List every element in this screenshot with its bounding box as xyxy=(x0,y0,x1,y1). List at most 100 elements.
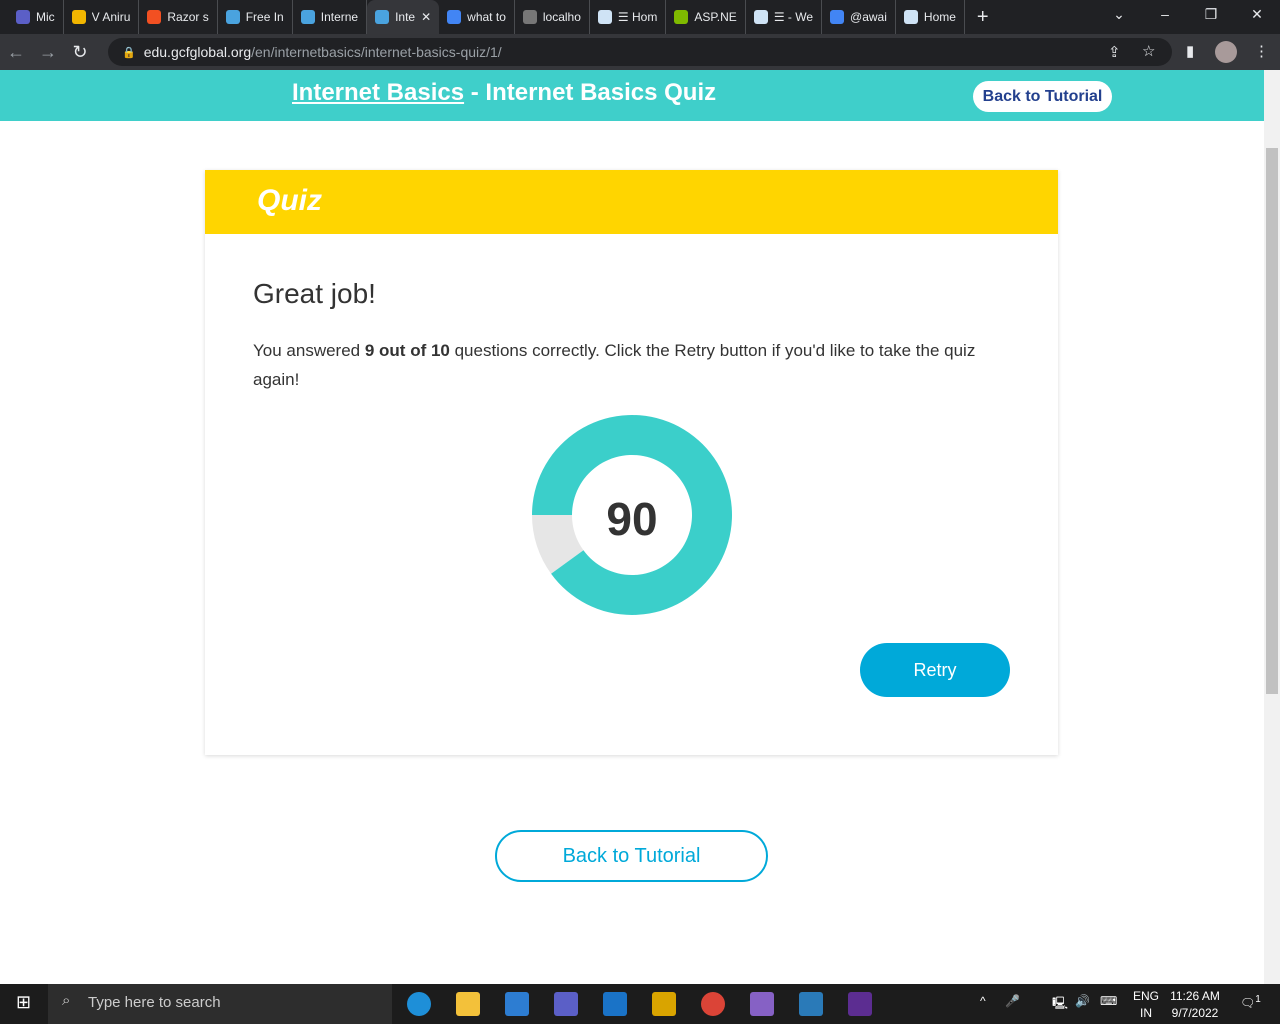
mail-icon[interactable] xyxy=(603,992,627,1016)
close-button[interactable]: ✕ xyxy=(1234,0,1280,30)
photos-icon[interactable] xyxy=(799,992,823,1016)
tab-favicon-icon xyxy=(830,10,845,24)
volume-icon[interactable]: 🔊 xyxy=(1075,994,1090,1008)
browser-tab[interactable]: Mic xyxy=(8,0,64,34)
edge-icon[interactable] xyxy=(407,992,431,1016)
tab-favicon-icon xyxy=(674,10,689,24)
browser-tab[interactable]: ☰ - We xyxy=(746,0,823,34)
quiz-card: Quiz Great job! You answered 9 out of 10… xyxy=(205,170,1058,755)
course-link[interactable]: Internet Basics xyxy=(292,79,464,106)
tab-title: Free In xyxy=(245,10,284,24)
tab-search-icon[interactable]: ⌄ xyxy=(1096,0,1142,30)
tab-favicon-icon xyxy=(447,10,462,24)
terminal-icon[interactable] xyxy=(848,992,872,1016)
window-controls: ⌄ – ❐ ✕ xyxy=(1096,0,1280,30)
menu-icon[interactable]: ⋮ xyxy=(1254,42,1269,60)
clock[interactable]: 11:26 AM 9/7/2022 xyxy=(1168,988,1222,1022)
tab-favicon-icon xyxy=(225,10,240,24)
tab-favicon-icon xyxy=(753,10,768,24)
site-header: Internet Basics - Internet Basics Quiz B… xyxy=(0,70,1264,121)
search-icon: ⌕ xyxy=(62,992,71,1009)
tab-title: localho xyxy=(542,10,581,24)
page-title: Internet Basics - Internet Basics Quiz xyxy=(292,79,716,107)
address-bar: ← → ↻ 🔒 edu.gcfglobal.org/en/internetbas… xyxy=(0,34,1280,70)
back-to-tutorial-header-button[interactable]: Back to Tutorial xyxy=(973,81,1112,112)
url-input[interactable]: 🔒 edu.gcfglobal.org/en/internetbasics/in… xyxy=(108,38,1172,66)
tab-favicon-icon xyxy=(71,10,86,24)
search-placeholder: Type here to search xyxy=(88,994,221,1011)
side-panel-icon[interactable]: ▮ xyxy=(1186,42,1194,60)
share-icon[interactable]: ⇪ xyxy=(1108,43,1121,61)
restore-button[interactable]: ❐ xyxy=(1188,0,1234,30)
browser-tab[interactable]: V Aniru xyxy=(64,0,140,34)
visual-studio-icon[interactable] xyxy=(750,992,774,1016)
back-icon[interactable]: ← xyxy=(0,42,32,63)
scrollbar[interactable] xyxy=(1264,70,1280,984)
tab-close-icon[interactable]: ✕ xyxy=(421,10,431,24)
tab-title: Home xyxy=(923,10,956,24)
browser-tab[interactable]: ASP.NE xyxy=(666,0,746,34)
tab-title: Razor s xyxy=(167,10,209,24)
url-path: /en/internetbasics/internet-basics-quiz/… xyxy=(251,44,502,60)
tab-favicon-icon xyxy=(597,10,612,24)
browser-tab[interactable]: Free In xyxy=(218,0,293,34)
browser-tab[interactable]: localho xyxy=(515,0,590,34)
result-title: Great job! xyxy=(253,278,376,309)
forward-icon[interactable]: → xyxy=(32,42,64,63)
tab-title: Mic xyxy=(36,10,55,24)
browser-tab[interactable]: Inte ✕ xyxy=(367,0,440,34)
tab-favicon-icon xyxy=(375,10,390,24)
network-icon[interactable]: 🖳 xyxy=(1052,994,1068,1015)
language-indicator[interactable]: ENG IN xyxy=(1133,988,1159,1022)
microphone-icon[interactable]: 🎤 xyxy=(1005,994,1020,1008)
date: 9/7/2022 xyxy=(1171,1006,1219,1020)
lang: ENG xyxy=(1133,989,1160,1003)
browser-tab[interactable]: ☰ Hom xyxy=(590,0,667,34)
reload-icon[interactable]: ↻ xyxy=(64,42,96,63)
tab-title: ☰ - We xyxy=(773,10,814,24)
score-count: 9 out of 10 xyxy=(364,341,450,360)
tab-title: what to xyxy=(467,10,506,24)
lock-icon: 🔒 xyxy=(122,46,136,59)
tab-bar: Mic V Aniru Razor s Free In Interne Inte ✕ what… xyxy=(0,0,1280,34)
notifications-icon[interactable]: 🗨1 xyxy=(1240,994,1261,1010)
tab-favicon-icon xyxy=(300,10,315,24)
profile-avatar[interactable] xyxy=(1215,41,1237,63)
title-separator: - xyxy=(464,79,486,106)
page-content: Internet Basics - Internet Basics Quiz B… xyxy=(0,70,1264,984)
browser-tab[interactable]: @awai xyxy=(822,0,896,34)
file-explorer-icon[interactable] xyxy=(456,992,480,1016)
tab-title: Interne xyxy=(320,10,359,24)
browser-tab[interactable]: Razor s xyxy=(139,0,218,34)
new-tab-button[interactable]: + xyxy=(977,6,989,29)
star-icon[interactable]: ☆ xyxy=(1142,42,1155,60)
minimize-button[interactable]: – xyxy=(1142,0,1188,30)
tab-favicon-icon xyxy=(147,10,162,24)
score-donut-chart: 90 xyxy=(532,415,732,615)
tab-favicon-icon xyxy=(522,10,537,24)
back-to-tutorial-button[interactable]: Back to Tutorial xyxy=(495,830,768,882)
scrollbar-thumb[interactable] xyxy=(1266,148,1278,694)
taskbar-search[interactable]: ⌕ Type here to search xyxy=(48,984,392,1024)
windows-start-icon[interactable]: ⊞ xyxy=(16,992,31,1013)
tab-favicon-icon xyxy=(903,10,918,24)
retry-button[interactable]: Retry xyxy=(860,643,1010,697)
store-icon[interactable] xyxy=(505,992,529,1016)
keyboard-icon[interactable]: ⌨ xyxy=(1100,994,1117,1008)
tab-title: Inte xyxy=(395,10,416,24)
tray-overflow-icon[interactable]: ^ xyxy=(980,994,986,1008)
time: 11:26 AM xyxy=(1170,989,1220,1003)
tab-title: ASP.NE xyxy=(694,10,737,24)
tab-title: ☰ Hom xyxy=(617,10,658,24)
browser-tab[interactable]: Home xyxy=(896,0,965,34)
score-value: 90 xyxy=(606,493,657,545)
teams-icon[interactable] xyxy=(554,992,578,1016)
chrome-icon[interactable] xyxy=(701,992,725,1016)
tab-favicon-icon xyxy=(16,10,30,24)
snip-icon[interactable] xyxy=(652,992,676,1016)
quiz-title: Internet Basics Quiz xyxy=(485,79,717,106)
taskbar: ⊞ ⌕ Type here to search ^ 🎤 🖳 🔊 ⌨ ENG IN 1… xyxy=(0,984,1280,1024)
browser-tab[interactable]: what to xyxy=(439,0,515,34)
quiz-heading: Quiz xyxy=(205,170,1058,234)
browser-tab[interactable]: Interne xyxy=(293,0,368,34)
